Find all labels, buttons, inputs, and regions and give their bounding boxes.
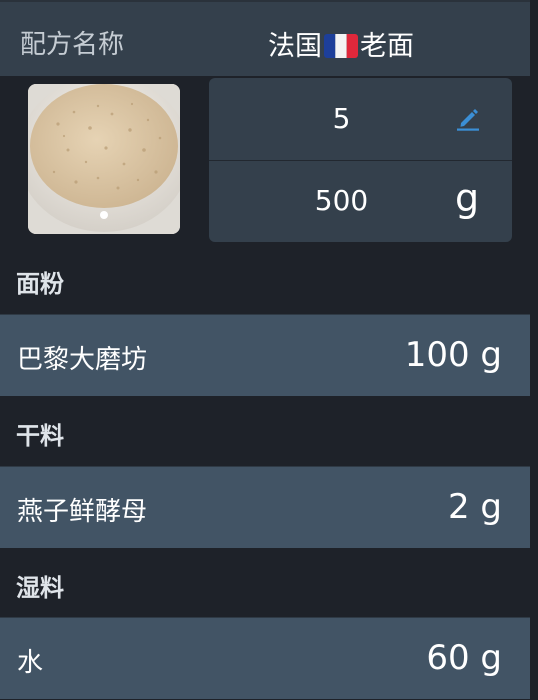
recipe-title-suffix: 老面 (360, 31, 414, 62)
ingredient-name: 燕子鲜酵母 (17, 497, 148, 527)
pencil-icon[interactable] (453, 103, 483, 133)
ingredient-name: 水 (17, 648, 44, 678)
weight-value[interactable]: 500 (209, 184, 474, 217)
section-title-dry: 干料 (16, 422, 64, 450)
section-title-flour: 面粉 (16, 270, 64, 298)
recipe-name-header: 配方名称 法国 老面 (0, 0, 530, 76)
france-flag-icon (324, 34, 358, 58)
section-title-wet: 湿料 (16, 574, 64, 602)
ingredient-amount: 60 g (426, 638, 502, 678)
ingredient-amount: 2 g (447, 487, 502, 527)
quantity-row[interactable]: 5 (209, 78, 512, 161)
recipe-title[interactable]: 法国 老面 (268, 24, 414, 63)
recipe-name-label: 配方名称 (20, 30, 125, 60)
weight-unit: g (455, 176, 480, 220)
recipe-photo[interactable] (28, 84, 180, 234)
scrollbar[interactable] (530, 0, 538, 700)
batch-settings-card: 5 500 g (209, 78, 512, 242)
ingredient-row[interactable]: 燕子鲜酵母 2 g (0, 466, 530, 548)
recipe-title-prefix: 法国 (268, 31, 322, 62)
ingredient-amount: 100 g (404, 335, 502, 375)
carousel-indicator-dot[interactable] (100, 211, 108, 219)
quantity-value[interactable]: 5 (209, 102, 474, 135)
ingredient-row[interactable]: 巴黎大磨坊 100 g (0, 314, 530, 396)
weight-row[interactable]: 500 g (209, 160, 512, 242)
ingredient-row[interactable]: 水 60 g (0, 617, 530, 699)
ingredient-name: 巴黎大磨坊 (17, 345, 148, 375)
